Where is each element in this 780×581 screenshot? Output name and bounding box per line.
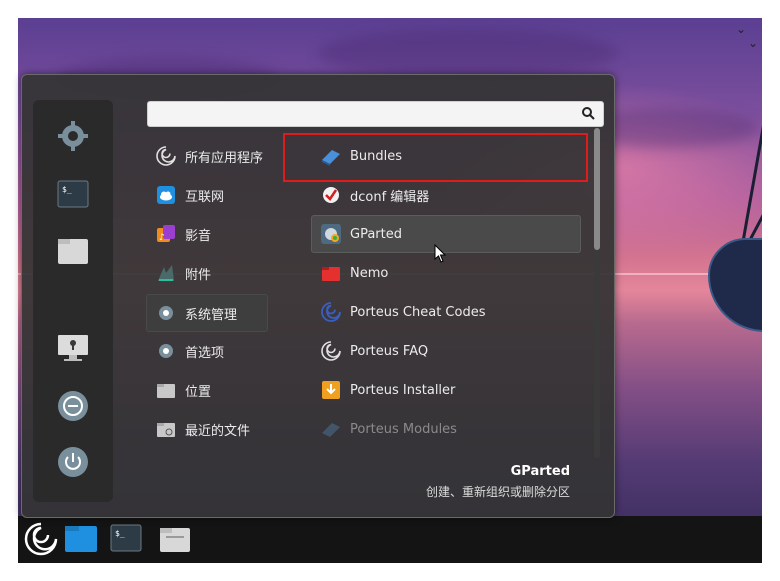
app-label: GParted xyxy=(350,226,402,242)
app-label: dconf 编辑器 xyxy=(350,189,430,205)
category-internet[interactable]: 互联网 xyxy=(147,177,267,213)
boat xyxy=(708,238,762,332)
menu-sidebar: $_ xyxy=(33,100,113,502)
bird-icon: ⌄ xyxy=(736,22,747,36)
porteus-swirl-icon xyxy=(320,301,342,323)
search-icon[interactable] xyxy=(581,105,595,124)
category-label: 影音 xyxy=(185,228,212,244)
category-label: 系统管理 xyxy=(185,307,238,323)
accessories-icon xyxy=(155,262,177,284)
app-label: Porteus Installer xyxy=(350,382,456,398)
porteus-swirl-icon xyxy=(320,340,342,362)
taskbar: $_ xyxy=(18,516,762,563)
category-label: 位置 xyxy=(185,384,212,400)
mouse-cursor-icon xyxy=(434,243,448,268)
category-recent-files[interactable]: 最近的文件 xyxy=(147,411,267,447)
svg-text:$_: $_ xyxy=(62,185,72,194)
app-label: Porteus Modules xyxy=(350,421,457,437)
category-label: 首选项 xyxy=(185,345,225,361)
app-porteus-faq[interactable]: Porteus FAQ xyxy=(312,333,582,369)
file-manager-icon[interactable] xyxy=(158,522,192,556)
porteus-menu-icon[interactable] xyxy=(22,520,60,558)
scrollbar-thumb[interactable] xyxy=(594,128,600,250)
category-label: 所有应用程序 xyxy=(185,150,264,166)
gparted-icon xyxy=(320,223,342,245)
app-description-title: GParted xyxy=(510,464,570,479)
app-porteus-modules[interactable]: Porteus Modules xyxy=(312,411,582,447)
lock-screen-icon[interactable] xyxy=(53,328,93,368)
search-input[interactable] xyxy=(158,102,582,126)
category-places[interactable]: 位置 xyxy=(147,372,267,408)
terminal-icon[interactable]: $_ xyxy=(53,174,93,214)
folder-icon xyxy=(155,379,177,401)
preferences-gear-icon xyxy=(155,340,177,362)
cloud-icon xyxy=(155,184,177,206)
files-icon[interactable] xyxy=(53,230,93,270)
app-label: Porteus FAQ xyxy=(350,343,429,359)
category-preferences[interactable]: 首选项 xyxy=(147,333,267,369)
dconf-icon xyxy=(320,184,342,206)
modules-icon xyxy=(320,418,342,440)
app-label: Porteus Cheat Codes xyxy=(350,304,486,320)
category-label: 附件 xyxy=(185,267,212,283)
selection-highlight xyxy=(283,133,588,182)
settings-icon[interactable] xyxy=(53,116,93,156)
logout-icon[interactable] xyxy=(53,386,93,426)
app-porteus-cheat-codes[interactable]: Porteus Cheat Codes xyxy=(312,294,582,330)
category-accessories[interactable]: 附件 xyxy=(147,255,267,291)
bird-icon: ⌄ xyxy=(748,36,759,50)
svg-text:♪: ♪ xyxy=(159,233,165,243)
category-label: 最近的文件 xyxy=(185,423,251,439)
search-bar[interactable] xyxy=(147,101,604,127)
svg-text:$_: $_ xyxy=(115,529,125,538)
category-all-apps[interactable]: 所有应用程序 xyxy=(147,138,267,174)
category-media[interactable]: ♪ 影音 xyxy=(147,216,267,252)
installer-icon xyxy=(320,379,342,401)
app-description-text: 创建、重新组织或删除分区 xyxy=(425,485,570,499)
porteus-swirl-icon xyxy=(155,145,177,167)
nemo-folder-icon xyxy=(320,262,342,284)
app-label: Nemo xyxy=(350,265,389,281)
app-porteus-installer[interactable]: Porteus Installer xyxy=(312,372,582,408)
category-label: 互联网 xyxy=(185,189,225,205)
terminal-icon[interactable]: $_ xyxy=(110,522,142,554)
category-system[interactable]: 系统管理 xyxy=(146,294,268,332)
app-dconf-editor[interactable]: dconf 编辑器 xyxy=(312,177,582,213)
recent-folder-icon xyxy=(155,418,177,440)
system-gear-icon xyxy=(155,302,177,324)
folder-blue-icon[interactable] xyxy=(64,522,98,556)
cloud xyxy=(318,28,618,78)
power-icon[interactable] xyxy=(53,442,93,482)
media-icon: ♪ xyxy=(155,223,177,245)
